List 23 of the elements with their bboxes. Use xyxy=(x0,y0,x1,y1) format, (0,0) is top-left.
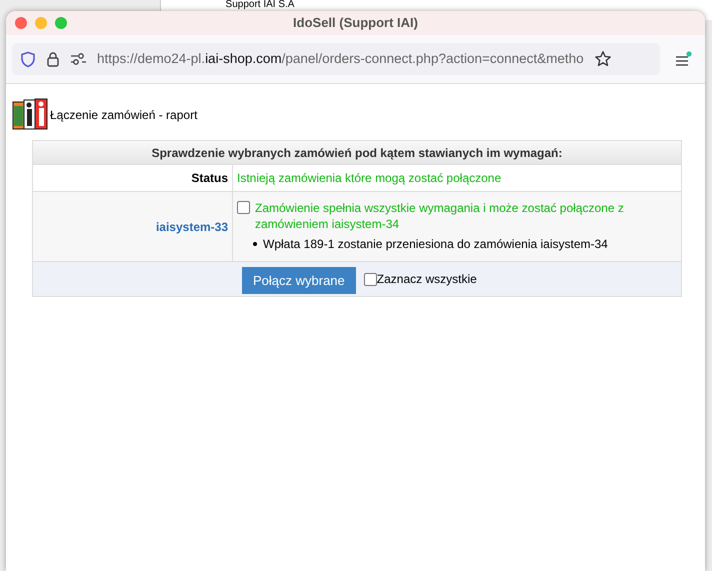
lock-icon[interactable] xyxy=(46,50,60,68)
window-title: IdoSell (Support IAI) xyxy=(293,14,418,32)
shield-icon[interactable] xyxy=(20,50,36,68)
star-icon[interactable] xyxy=(594,50,612,68)
page-heading: Łączenie zamówień - raport xyxy=(50,106,198,124)
table-header: Sprawdzenie wybranych zamówień pod kątem stawianych im wymagań: xyxy=(33,141,681,165)
select-all-label[interactable]: Zaznacz wszystkie xyxy=(376,270,477,288)
logo-icon xyxy=(12,98,48,131)
order-link[interactable]: iaisystem-33 xyxy=(156,218,228,236)
order-checkbox[interactable] xyxy=(237,201,250,214)
order-message: Zamówienie spełnia wszystkie wymagania i może zostać połączone z zamówieniem iaisystem-34 xyxy=(255,200,625,232)
close-window-button[interactable] xyxy=(15,17,27,29)
sliders-icon[interactable] xyxy=(70,52,87,66)
bullet-icon xyxy=(253,242,257,246)
url-text: https://demo24-pl.iai-shop.com/panel/orders-connect.php?action=connect&metho xyxy=(97,50,584,68)
status-label: Status xyxy=(191,170,228,187)
order-note: Wpłata 189-1 zostanie przeniesiona do zamówienia iaisystem-34 xyxy=(263,236,608,253)
background-tab-title: Support IAI S.A xyxy=(226,0,294,12)
select-all-checkbox[interactable] xyxy=(364,272,377,286)
status-value: Istnieją zamówienia które mogą zostać połączone xyxy=(237,170,502,187)
connect-selected-button[interactable]: Połącz wybrane xyxy=(242,267,356,294)
menu-icon[interactable] xyxy=(674,51,692,67)
address-bar[interactable]: https://demo24-pl.iai-shop.com/panel/orders-connect.php?action=connect&metho xyxy=(12,43,660,75)
